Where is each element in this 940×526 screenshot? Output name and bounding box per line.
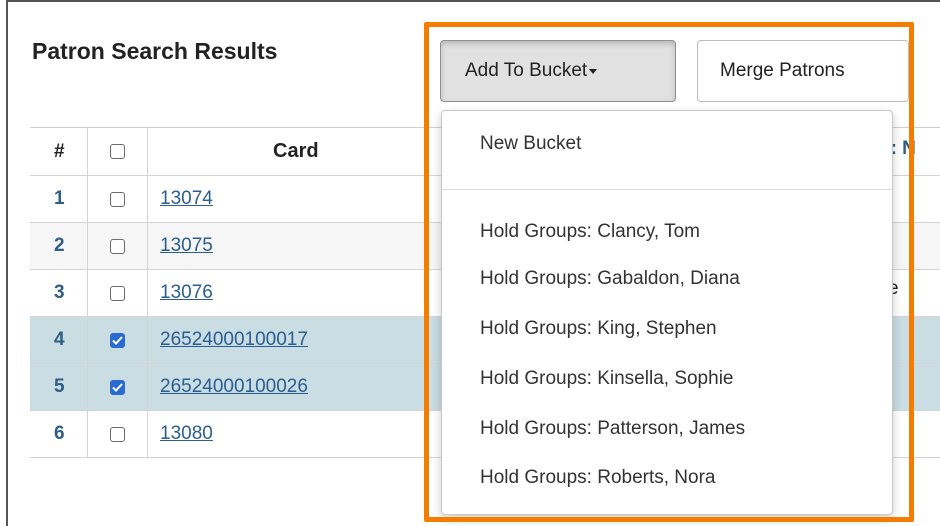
add-to-bucket-dropdown: New Bucket Hold Groups: Clancy, Tom Hold… xyxy=(441,110,893,515)
merge-patrons-label: Merge Patrons xyxy=(720,60,845,81)
header-num: # xyxy=(30,128,88,175)
card-link[interactable]: 26524000100017 xyxy=(160,329,308,351)
add-to-bucket-label: Add To Bucket xyxy=(465,60,588,81)
window-border-left xyxy=(6,0,8,526)
row-checkbox-checked[interactable] xyxy=(110,332,125,348)
select-all-checkbox[interactable] xyxy=(110,144,125,159)
row-select-cell xyxy=(88,223,148,269)
window-border-top xyxy=(6,0,940,2)
row-number: 6 xyxy=(30,411,88,457)
row-select-cell xyxy=(88,270,148,316)
card-link[interactable]: 13074 xyxy=(160,188,213,210)
row-checkbox[interactable] xyxy=(110,285,125,301)
row-checkbox[interactable] xyxy=(110,426,125,442)
add-to-bucket-button[interactable]: Add To Bucket xyxy=(440,40,676,102)
page-title: Patron Search Results xyxy=(32,38,278,64)
row-number: 2 xyxy=(30,223,88,269)
patron-search-screen: Patron Search Results # Card 1 13074 2 1… xyxy=(0,0,940,526)
row-number: 5 xyxy=(30,364,88,410)
menu-item-hold-group[interactable]: Hold Groups: Gabaldon, Diana xyxy=(480,268,740,290)
row-number: 3 xyxy=(30,270,88,316)
menu-item-hold-group[interactable]: Hold Groups: Patterson, James xyxy=(480,418,745,440)
row-select-cell xyxy=(88,364,148,410)
menu-item-hold-group[interactable]: Hold Groups: Kinsella, Sophie xyxy=(480,368,733,390)
card-link[interactable]: 13080 xyxy=(160,423,213,445)
merge-patrons-button[interactable]: Merge Patrons xyxy=(697,40,909,102)
row-number: 1 xyxy=(30,176,88,222)
card-link[interactable]: 26524000100026 xyxy=(160,376,308,398)
menu-item-hold-group[interactable]: Hold Groups: Roberts, Nora xyxy=(480,467,716,489)
menu-item-new-bucket[interactable]: New Bucket xyxy=(480,133,581,155)
caret-down-icon xyxy=(589,68,598,74)
card-link[interactable]: 13076 xyxy=(160,282,213,304)
row-select-cell xyxy=(88,176,148,222)
row-number: 4 xyxy=(30,317,88,363)
menu-divider xyxy=(442,189,892,190)
header-select-all xyxy=(88,128,148,175)
menu-item-hold-group[interactable]: Hold Groups: Clancy, Tom xyxy=(480,221,700,243)
menu-item-hold-group[interactable]: Hold Groups: King, Stephen xyxy=(480,318,717,340)
row-checkbox-checked[interactable] xyxy=(110,379,125,395)
row-select-cell xyxy=(88,317,148,363)
card-link[interactable]: 13075 xyxy=(160,235,213,257)
row-checkbox[interactable] xyxy=(110,238,125,254)
row-checkbox[interactable] xyxy=(110,191,125,207)
row-select-cell xyxy=(88,411,148,457)
